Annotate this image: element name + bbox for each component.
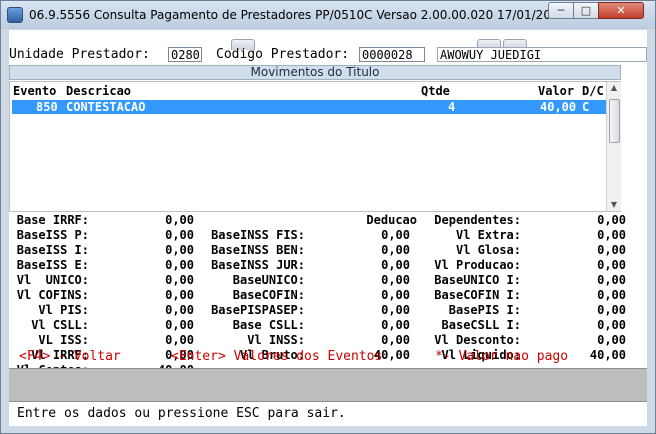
- app-window: 06.9.5556 Consulta Pagamento de Prestado…: [0, 0, 656, 434]
- shortcut-voltar[interactable]: <F4> - Voltar: [19, 349, 121, 364]
- info-label: Vl PIS:: [38, 303, 89, 317]
- col-evento[interactable]: Evento: [13, 84, 56, 98]
- maximize-button[interactable]: □: [573, 2, 599, 19]
- info-value: 0,00: [597, 288, 626, 302]
- info-value: 0,00: [381, 303, 410, 317]
- info-value: 0,00: [165, 333, 194, 347]
- info-value: 0,00: [381, 273, 410, 287]
- minimize-button[interactable]: ─: [548, 2, 574, 19]
- info-label: BaseUNICO I:: [434, 273, 521, 287]
- info-value: 0,00: [165, 258, 194, 272]
- info-label: BaseINSS JUR:: [211, 258, 305, 272]
- info-label: Base IRRF:: [16, 213, 89, 227]
- table-row[interactable]: 850 CONTESTACAO 4 40,00 C: [12, 100, 606, 114]
- info-value: 0,00: [597, 273, 626, 287]
- scroll-down-icon[interactable]: ▼: [607, 199, 621, 211]
- info-value: 0,00: [597, 333, 626, 347]
- info-value: 40,00: [589, 348, 626, 362]
- window-title: 06.9.5556 Consulta Pagamento de Prestado…: [29, 8, 609, 22]
- info-value: 0,00: [381, 288, 410, 302]
- col-dc[interactable]: D/C: [582, 84, 604, 98]
- info-value: 0,00: [165, 273, 194, 287]
- info-label: Base CSLL:: [232, 318, 305, 332]
- cell-valor: 40,00: [540, 100, 577, 114]
- status-bar: Entre os dados ou pressione ESC para sai…: [9, 402, 647, 426]
- info-label: BaseCSLL I:: [441, 318, 521, 332]
- info-value: 0,00: [597, 318, 626, 332]
- close-button[interactable]: ✕: [598, 2, 644, 19]
- title-bar[interactable]: 06.9.5556 Consulta Pagamento de Prestado…: [1, 1, 655, 29]
- info-label: BaseINSS BEN:: [211, 243, 305, 257]
- unidade-label: Unidade Prestador:: [9, 47, 150, 62]
- info-value: 0,00: [165, 243, 194, 257]
- client-area: Unidade Prestador: 0280 Codigo Prestador…: [9, 30, 647, 426]
- info-label: BaseCOFIN I:: [434, 288, 521, 302]
- info-label: BaseUNICO:: [232, 273, 305, 287]
- grid-scrollbar[interactable]: ▲ ▼: [606, 82, 621, 211]
- info-value: 0,00: [597, 303, 626, 317]
- col-descricao[interactable]: Descricao: [66, 84, 131, 98]
- message-panel: [9, 368, 647, 402]
- info-label: Vl UNICO:: [16, 273, 89, 287]
- section-title: Movimentos do Titulo: [9, 65, 621, 80]
- info-value: 0,00: [165, 318, 194, 332]
- col-valor[interactable]: Valor: [538, 84, 574, 98]
- info-label: Vl COFINS:: [16, 288, 89, 302]
- scroll-up-icon[interactable]: ▲: [607, 82, 621, 94]
- info-label: Vl CSLL:: [31, 318, 89, 332]
- info-value: 0,00: [597, 228, 626, 242]
- nome-prestador-field: AWOWUY JUEDIGI: [437, 47, 647, 62]
- info-label: BaseINSS FIS:: [211, 228, 305, 242]
- info-value: 0,00: [381, 243, 410, 257]
- info-value: 0,00: [597, 213, 626, 227]
- col-qtde[interactable]: Qtde: [421, 84, 450, 98]
- info-value: 0,00: [381, 228, 410, 242]
- info-label: Vl INSS:: [247, 333, 305, 347]
- cell-qtde: 4: [448, 100, 456, 114]
- info-label: BaseISS E:: [16, 258, 89, 272]
- info-value: 0,00: [381, 318, 410, 332]
- info-label: BaseCOFIN:: [232, 288, 305, 302]
- status-message: Entre os dados ou pressione ESC para sai…: [17, 406, 346, 421]
- legend-valor-nao-pago: *- Valor nao pago: [435, 349, 569, 364]
- info-label: Dependentes:: [434, 213, 521, 227]
- info-value: 0,00: [597, 258, 626, 272]
- info-label: BaseISS I:: [16, 243, 89, 257]
- cell-evento: 850: [36, 100, 58, 114]
- info-label: BaseISS P:: [16, 228, 89, 242]
- info-label: BasePISPASEP:: [211, 303, 305, 317]
- info-label: VL ISS:: [38, 333, 89, 347]
- scroll-thumb[interactable]: [609, 99, 620, 143]
- info-value: 0,00: [165, 288, 194, 302]
- info-value: 0,00: [381, 258, 410, 272]
- info-value: 0,00: [165, 228, 194, 242]
- cell-dc: C: [582, 100, 590, 114]
- app-icon: [7, 7, 23, 23]
- info-label: Vl Extra:: [455, 228, 521, 242]
- movimentos-grid[interactable]: Evento Descricao Qtde Valor D/C 850 CONT…: [9, 81, 621, 212]
- info-label: BasePIS I:: [448, 303, 521, 317]
- cell-descricao: CONTESTACAO: [66, 100, 146, 114]
- info-label: Deducao: [366, 213, 417, 227]
- info-value: 0,00: [597, 243, 626, 257]
- info-label: Vl Producao:: [434, 258, 521, 272]
- grid-header: Evento Descricao Qtde Valor D/C: [10, 82, 606, 98]
- info-value: 0,00: [165, 213, 194, 227]
- info-label: Vl Desconto:: [434, 333, 521, 347]
- info-value: 0,00: [165, 303, 194, 317]
- shortcut-valores-eventos[interactable]: <Enter> Valores dos Eventos: [171, 349, 382, 364]
- codigo-label: Codigo Prestador:: [216, 47, 350, 62]
- info-label: Vl Glosa:: [455, 243, 521, 257]
- info-value: 0,00: [381, 333, 410, 347]
- codigo-field[interactable]: 0000028: [359, 47, 425, 62]
- unidade-field[interactable]: 0280: [168, 47, 202, 62]
